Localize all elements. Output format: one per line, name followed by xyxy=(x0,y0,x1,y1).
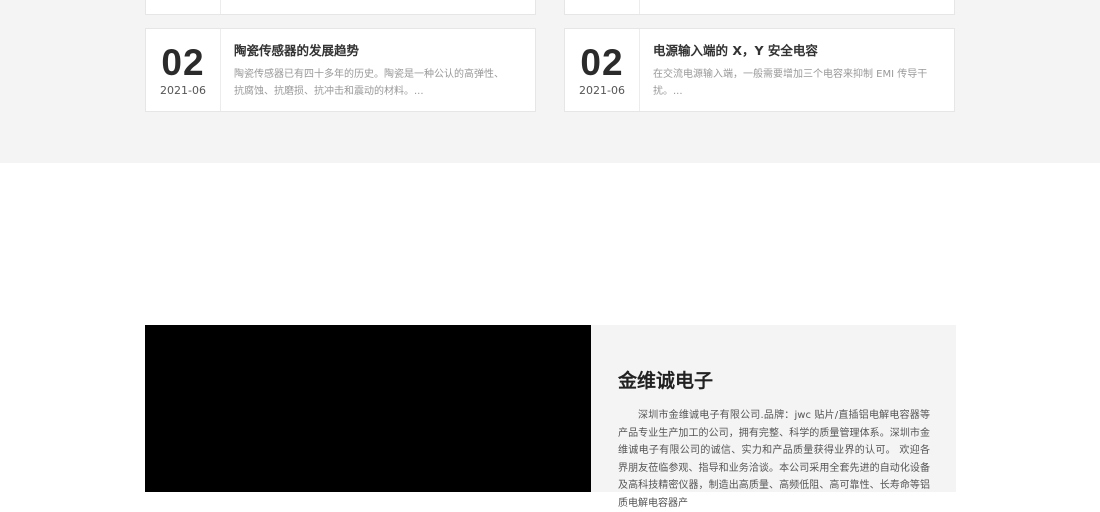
news-title-link[interactable]: 电源输入端的 X，Y 安全电容 xyxy=(653,43,940,59)
news-section: 02 2021-06 陶瓷传感器的发展趋势 陶瓷传感器已有四十多年的历史。陶瓷是… xyxy=(0,0,1100,163)
news-title-link[interactable]: 陶瓷传感器的发展趋势 xyxy=(234,43,521,59)
news-card[interactable]: 02 2021-06 电源输入端的 X，Y 安全电容 在交流电源输入端，一般需要… xyxy=(564,28,955,112)
card-divider xyxy=(639,29,640,111)
news-excerpt: 陶瓷传感器已有四十多年的历史。陶瓷是一种公认的高弹性、抗腐蚀、抗磨损、抗冲击和震… xyxy=(234,69,504,97)
card-divider xyxy=(220,0,221,14)
news-date-day: 02 xyxy=(580,42,624,83)
about-description: 深圳市金维诚电子有限公司.品牌：jwc 贴片/直插铝电解电容器等产品专业生产加工… xyxy=(618,410,930,509)
about-section: 金维诚电子 深圳市金维诚电子有限公司.品牌：jwc 贴片/直插铝电解电容器等产品… xyxy=(145,325,956,509)
video-player[interactable] xyxy=(145,325,591,492)
news-date-day: 02 xyxy=(161,42,205,83)
news-card-previous-left[interactable] xyxy=(145,0,536,15)
news-date-year-month: 2021-06 xyxy=(579,84,625,97)
news-card-previous-right[interactable] xyxy=(564,0,955,15)
card-divider xyxy=(220,29,221,111)
news-card[interactable]: 02 2021-06 陶瓷传感器的发展趋势 陶瓷传感器已有四十多年的历史。陶瓷是… xyxy=(145,28,536,112)
news-date-year-month: 2021-06 xyxy=(160,84,206,97)
news-excerpt: 在交流电源输入端，一般需要增加三个电容来抑制 EMI 传导干扰。... xyxy=(653,69,928,97)
card-divider xyxy=(639,0,640,14)
about-title: 金维诚电子 xyxy=(618,370,714,392)
